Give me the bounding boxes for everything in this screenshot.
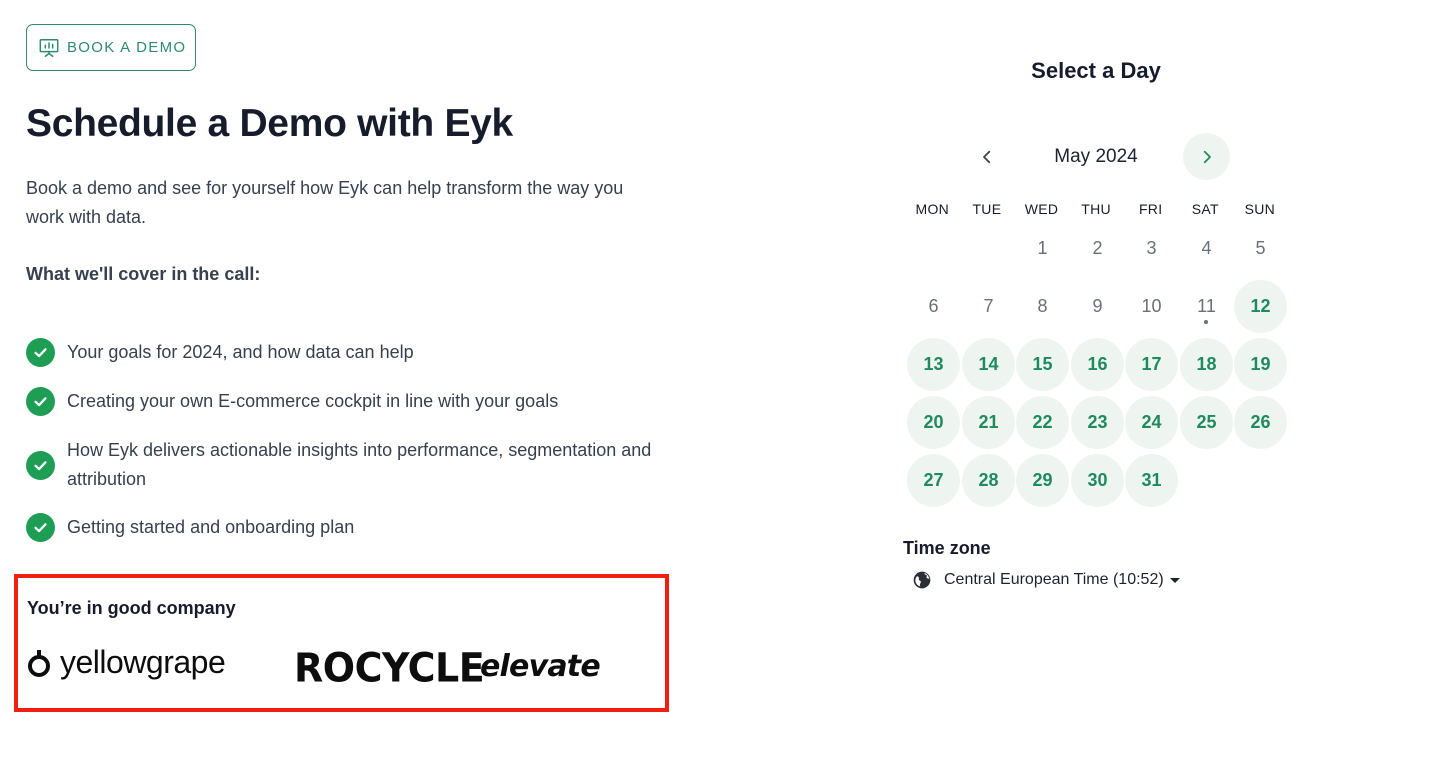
yellowgrape-logo-text: yellowgrape xyxy=(60,644,226,680)
calendar-day-available[interactable]: 24 xyxy=(1125,396,1178,449)
chevron-right-icon xyxy=(1203,150,1211,163)
timezone-value: Central European Time (10:52) xyxy=(944,571,1164,588)
weekday-label: WED xyxy=(1024,201,1059,217)
calendar-day-available[interactable]: 21 xyxy=(962,396,1015,449)
list-item: Creating your own E-commerce cockpit in … xyxy=(26,387,706,416)
weekday-label: FRI xyxy=(1138,201,1163,217)
calendar-day-available[interactable]: 20 xyxy=(907,396,960,449)
calendar-day-unavailable: 7 xyxy=(983,296,994,316)
elevate-logo: elevate xyxy=(480,649,601,684)
weekday-label: SAT xyxy=(1191,201,1219,217)
calendar-day-unavailable: 2 xyxy=(1092,238,1103,258)
check-circle-icon xyxy=(26,338,55,367)
calendar-day-available[interactable]: 31 xyxy=(1125,454,1178,507)
list-item: How Eyk delivers actionable insights int… xyxy=(26,436,706,494)
check-circle-icon xyxy=(26,450,55,480)
calendar-day-available[interactable]: 12 xyxy=(1234,280,1287,333)
calendar-day-available[interactable]: 29 xyxy=(1016,454,1069,507)
calendar-day-unavailable: 5 xyxy=(1255,238,1266,258)
calendar-day-unavailable: 6 xyxy=(928,296,939,316)
yellowgrape-mark-icon xyxy=(28,649,50,677)
calendar-day-unavailable: 3 xyxy=(1146,238,1157,258)
previous-month-button[interactable] xyxy=(963,133,1010,180)
yellowgrape-logo: yellowgrape xyxy=(26,644,226,681)
weekday-label: SUN xyxy=(1244,201,1276,217)
list-item-text: Creating your own E-commerce cockpit in … xyxy=(67,391,559,411)
list-item: Getting started and onboarding plan xyxy=(26,513,706,542)
calendar-day-available[interactable]: 23 xyxy=(1071,396,1124,449)
calendar-day-today: 11 xyxy=(1180,280,1233,333)
weekday-label: MON xyxy=(915,201,950,217)
list-item-text: How Eyk delivers actionable insights int… xyxy=(67,440,652,489)
list-item: Your goals for 2024, and how data can he… xyxy=(26,338,706,367)
caret-down-icon xyxy=(1169,577,1180,583)
calendar-day-available[interactable]: 26 xyxy=(1234,396,1287,449)
calendar-day-available[interactable]: 15 xyxy=(1016,338,1069,391)
calendar-day-available[interactable]: 13 xyxy=(907,338,960,391)
next-month-button[interactable] xyxy=(1183,133,1230,180)
month-label: May 2024 xyxy=(1054,146,1138,167)
calendar-day-available[interactable]: 16 xyxy=(1071,338,1124,391)
calendar-day-available[interactable]: 30 xyxy=(1071,454,1124,507)
calendar-day-today-number: 11 xyxy=(1197,296,1216,316)
calendar-day-available[interactable]: 19 xyxy=(1234,338,1287,391)
select-day-title: Select a Day xyxy=(1031,58,1161,83)
calendar-day-unavailable: 1 xyxy=(1037,238,1048,258)
calendar-day-available[interactable]: 22 xyxy=(1016,396,1069,449)
check-circle-icon xyxy=(26,387,55,416)
presentation-chart-icon xyxy=(39,38,59,57)
weekday-label: TUE xyxy=(972,201,1002,217)
calendar-day-unavailable: 4 xyxy=(1201,238,1212,258)
book-a-demo-button[interactable]: BOOK A DEMO xyxy=(26,24,196,71)
book-a-demo-label: BOOK A DEMO xyxy=(67,39,187,56)
month-navigation: May 2024 xyxy=(960,133,1232,180)
calendar-day-unavailable: 10 xyxy=(1141,296,1162,316)
calendar-day-available[interactable]: 25 xyxy=(1180,396,1233,449)
today-dot-icon xyxy=(1204,320,1208,324)
list-item-text: Getting started and onboarding plan xyxy=(67,517,355,537)
calendar-day-available[interactable]: 28 xyxy=(962,454,1015,507)
globe-icon xyxy=(913,571,931,589)
timezone-select[interactable]: Central European Time (10:52) xyxy=(912,570,1180,590)
page-title: Schedule a Demo with Eyk xyxy=(26,102,513,145)
check-circle-icon xyxy=(26,513,55,542)
calendar-day-unavailable: 9 xyxy=(1092,296,1103,316)
weekday-header: MON TUE WED THU FRI SAT SUN xyxy=(905,201,1287,217)
calendar-day-available[interactable]: 17 xyxy=(1125,338,1178,391)
chevron-left-icon xyxy=(982,150,990,163)
cover-heading: What we'll cover in the call: xyxy=(26,264,261,284)
company-heading: You’re in good company xyxy=(27,598,236,618)
calendar-days-grid: 1 2 3 4 5 6 7 8 9 10 11 12 13 14 15 16 1… xyxy=(905,222,1291,512)
weekday-label: THU xyxy=(1081,201,1111,217)
list-item-text: Your goals for 2024, and how data can he… xyxy=(67,342,414,362)
calendar-day-available[interactable]: 18 xyxy=(1180,338,1233,391)
rocycle-logo: ROCYCLE xyxy=(294,644,485,692)
calendar-day-available[interactable]: 27 xyxy=(907,454,960,507)
calendar-day-unavailable: 8 xyxy=(1037,296,1048,316)
calendar-day-available[interactable]: 14 xyxy=(962,338,1015,391)
timezone-label: Time zone xyxy=(903,538,991,558)
customer-logos-section: You’re in good company yellowgrape ROCYC… xyxy=(14,574,669,712)
intro-text: Book a demo and see for yourself how Eyk… xyxy=(26,178,624,227)
